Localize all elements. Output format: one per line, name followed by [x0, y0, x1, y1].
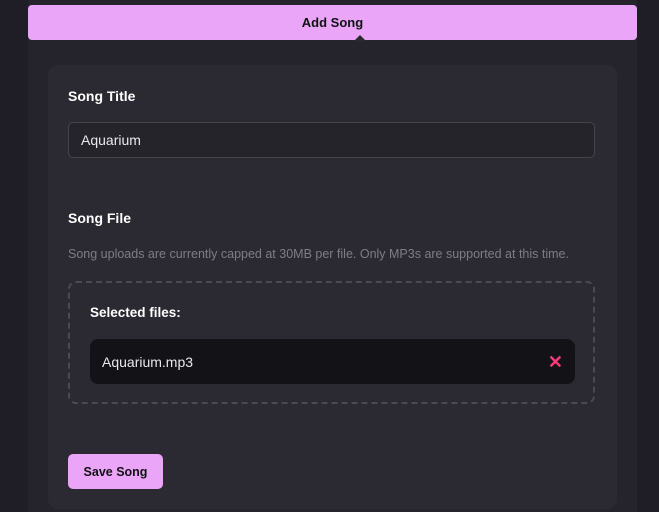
tab-label: Add Song	[301, 15, 364, 30]
selected-file-name: Aquarium.mp3	[102, 353, 194, 370]
add-song-form: Song Title Song File Song uploads are cu…	[48, 65, 617, 509]
selected-file-item: Aquarium.mp3 ✕	[90, 339, 575, 384]
page: Add Song Song Title Song File Song uploa…	[0, 0, 659, 512]
song-title-label: Song Title	[68, 88, 136, 104]
song-file-label: Song File	[68, 210, 131, 226]
remove-file-icon[interactable]: ✕	[548, 353, 563, 371]
file-dropzone[interactable]: Selected files: Aquarium.mp3 ✕	[68, 281, 595, 404]
song-file-hint: Song uploads are currently capped at 30M…	[68, 247, 569, 261]
tab-notch	[354, 35, 366, 41]
song-title-input[interactable]	[68, 122, 595, 158]
add-song-tab[interactable]: Add Song	[28, 5, 637, 41]
selected-files-label: Selected files:	[90, 305, 181, 320]
save-song-button[interactable]: Save Song	[68, 454, 163, 489]
